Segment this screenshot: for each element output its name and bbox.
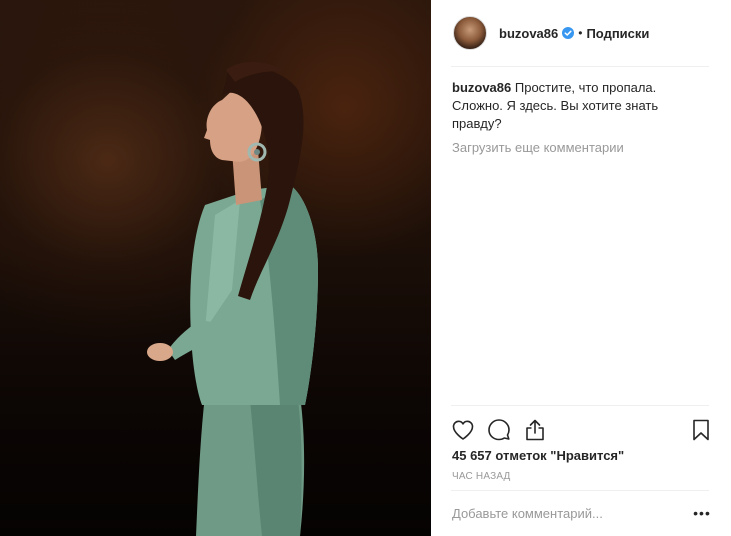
post-photo[interactable] [0, 0, 431, 536]
actions-divider [451, 405, 709, 406]
action-bar [451, 418, 713, 442]
author-username[interactable]: buzova86 [499, 26, 558, 41]
caption-comment: buzova86 Простите, что пропала. Сложно. … [452, 79, 710, 133]
comments-section: buzova86 Простите, что пропала. Сложно. … [452, 79, 710, 155]
share-icon[interactable] [523, 418, 547, 442]
comment-divider [451, 490, 709, 491]
more-options-button[interactable]: ••• [692, 503, 712, 523]
verified-badge-icon [562, 27, 575, 39]
post-timestamp[interactable]: ЧАС НАЗАД [452, 471, 511, 482]
post-side-panel: buzova86 • Подписки buzova86 Простите, ч… [431, 0, 731, 536]
avatar[interactable] [453, 16, 487, 50]
comment-icon[interactable] [487, 418, 511, 442]
add-comment-input[interactable]: Добавьте комментарий... [452, 504, 682, 524]
bookmark-icon[interactable] [689, 418, 713, 442]
portrait-illustration [147, 61, 318, 536]
caption-author[interactable]: buzova86 [452, 80, 511, 95]
likes-count[interactable]: 45 657 отметок "Нравится" [452, 448, 624, 463]
load-more-comments-button[interactable]: Загрузить еще комментарии [452, 140, 710, 155]
header-divider [451, 66, 709, 67]
separator-dot: • [578, 26, 583, 40]
following-button[interactable]: Подписки [586, 26, 649, 41]
heart-icon[interactable] [451, 418, 475, 442]
post-header: buzova86 • Подписки [431, 0, 731, 66]
